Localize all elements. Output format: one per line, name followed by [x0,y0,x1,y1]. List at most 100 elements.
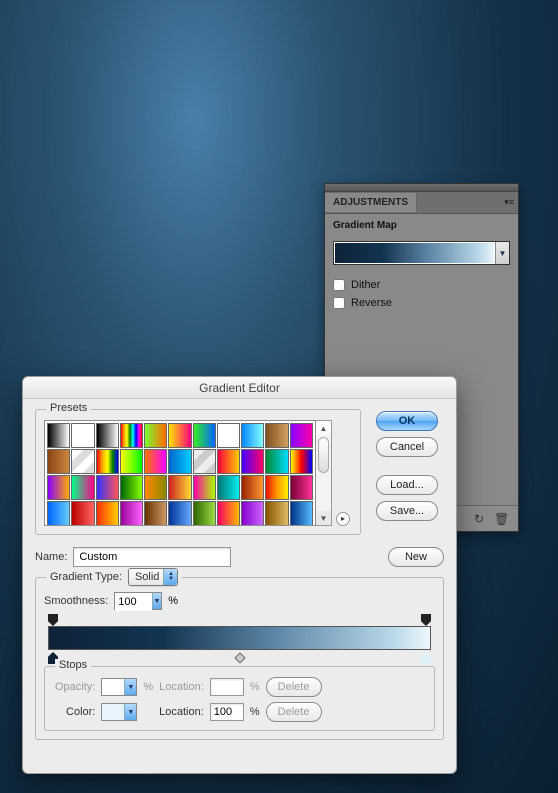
gradient-swatch[interactable] [334,242,495,264]
gradient-map-title: Gradient Map [333,220,510,231]
preset-swatch[interactable] [290,423,313,448]
load-button[interactable]: Load... [376,475,438,495]
preset-swatch[interactable] [47,423,70,448]
preset-swatch[interactable] [290,501,313,526]
reverse-checkbox[interactable] [333,297,345,309]
stops-label: Stops [55,659,91,671]
panel-tab-strip: ADJUSTMENTS ▾≡ [325,192,518,214]
preset-swatch[interactable] [290,449,313,474]
gradient-editor-dialog: Gradient Editor PS教程论坛 BBS.16XX8.CO Pres… [22,376,457,774]
preset-swatch[interactable] [241,501,264,526]
cancel-button[interactable]: Cancel [376,437,438,457]
preset-swatch[interactable] [120,423,143,448]
preset-swatch[interactable] [96,449,119,474]
preset-grid[interactable] [44,420,316,526]
reverse-label: Reverse [351,297,392,309]
preset-swatch[interactable] [47,475,70,500]
percent-label: % [168,595,178,607]
preset-swatch[interactable] [71,501,94,526]
preset-swatch[interactable] [265,449,288,474]
preset-swatch[interactable] [217,449,240,474]
delete-opacity-button: Delete [266,677,322,697]
preset-swatch[interactable] [144,501,167,526]
preset-swatch[interactable] [96,423,119,448]
preset-swatch[interactable] [241,423,264,448]
scroll-up-icon[interactable]: ▲ [316,421,331,435]
color-stop-right[interactable] [421,652,431,664]
gradient-type-label: Gradient Type: [50,571,122,583]
dither-label: Dither [351,279,380,291]
reset-icon[interactable]: ↻ [472,512,486,526]
preset-swatch[interactable] [168,475,191,500]
name-input[interactable] [73,547,230,567]
smoothness-input[interactable]: ▼ [114,592,162,610]
preset-swatch[interactable] [168,501,191,526]
preset-swatch[interactable] [168,423,191,448]
preset-swatch[interactable] [71,449,94,474]
preset-swatch[interactable] [290,475,313,500]
gradient-bar[interactable] [44,612,435,666]
reverse-checkbox-row[interactable]: Reverse [333,297,510,309]
presets-fieldset: Presets ▲ ▼ ▸ [35,409,361,535]
panel-titlebar[interactable] [325,184,518,192]
preset-swatch[interactable] [96,475,119,500]
preset-swatch[interactable] [120,501,143,526]
new-button[interactable]: New [388,547,444,567]
smoothness-value[interactable] [115,593,152,611]
preset-swatch[interactable] [265,475,288,500]
dialog-title[interactable]: Gradient Editor [23,377,456,399]
preset-swatch[interactable] [241,449,264,474]
preset-swatch[interactable] [193,423,216,448]
preset-swatch[interactable] [265,501,288,526]
preset-swatch[interactable] [144,449,167,474]
preset-swatch[interactable] [168,449,191,474]
opacity-input: ▼ [101,678,137,696]
gradient-type-select[interactable]: Solid ▲▼ [128,568,178,586]
preset-swatch[interactable] [120,449,143,474]
chevron-down-icon[interactable]: ▼ [124,704,136,720]
ok-button[interactable]: OK [376,411,438,431]
preset-swatch[interactable] [47,501,70,526]
chevron-updown-icon: ▲▼ [163,569,177,585]
preset-swatch[interactable] [144,475,167,500]
presets-menu-icon[interactable]: ▸ [336,512,350,526]
color-input[interactable]: ▼ [101,703,137,721]
preset-swatch[interactable] [71,475,94,500]
chevron-down-icon: ▼ [124,679,136,695]
preset-swatch[interactable] [193,475,216,500]
panel-menu-icon[interactable]: ▾≡ [504,197,514,208]
dialog-buttons: OK Cancel Load... Save... [376,411,438,521]
preset-swatch[interactable] [47,449,70,474]
chevron-down-icon[interactable]: ▼ [152,593,161,609]
opacity-stop-left[interactable] [48,614,58,626]
opacity-stop-right[interactable] [421,614,431,626]
dither-checkbox[interactable] [333,279,345,291]
trash-icon[interactable]: 🗑 [494,512,508,526]
stops-fieldset: Stops Opacity: ▼ % Location: % Delete Co… [44,666,435,731]
dither-checkbox-row[interactable]: Dither [333,279,510,291]
preset-swatch[interactable] [217,423,240,448]
preset-swatch[interactable] [144,423,167,448]
preset-swatch[interactable] [193,501,216,526]
gradient-map-preview[interactable]: ▼ [333,241,510,265]
location-label-2: Location: [159,706,204,718]
name-label: Name: [35,551,67,563]
scroll-thumb[interactable] [318,437,329,473]
preset-swatch[interactable] [96,501,119,526]
preset-swatch[interactable] [265,423,288,448]
preset-swatch[interactable] [71,423,94,448]
preset-swatch[interactable] [241,475,264,500]
midpoint-handle[interactable] [234,652,245,663]
preset-swatch[interactable] [217,501,240,526]
scroll-down-icon[interactable]: ▼ [316,511,331,525]
delete-color-button[interactable]: Delete [266,702,322,722]
gradient-dropdown-icon[interactable]: ▼ [495,242,509,264]
color-location-input[interactable] [210,703,244,721]
preset-swatch[interactable] [217,475,240,500]
save-button[interactable]: Save... [376,501,438,521]
smoothness-label: Smoothness: [44,595,108,607]
preset-swatch[interactable] [193,449,216,474]
presets-scrollbar[interactable]: ▲ ▼ [316,420,332,526]
tab-adjustments[interactable]: ADJUSTMENTS [325,193,417,212]
preset-swatch[interactable] [120,475,143,500]
